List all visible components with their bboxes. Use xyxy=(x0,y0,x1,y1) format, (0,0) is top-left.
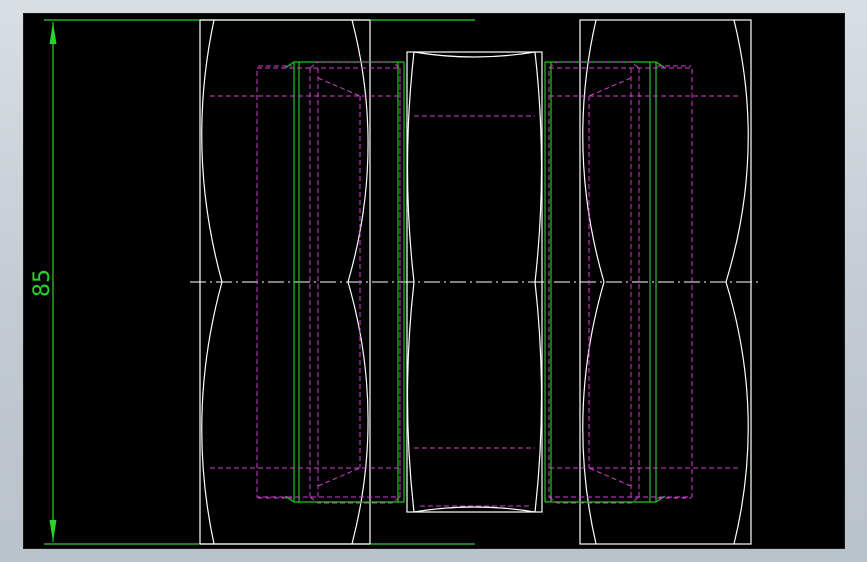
dim-arrow-top xyxy=(49,22,57,44)
cad-drawing: 85 xyxy=(30,19,762,545)
dim-arrow-bottom xyxy=(49,520,57,542)
hidden-lines-middle xyxy=(414,115,535,507)
cad-viewport[interactable]: 85 xyxy=(23,13,845,549)
window-frame: 85 xyxy=(0,0,867,562)
dimension-value: 85 xyxy=(30,269,55,297)
